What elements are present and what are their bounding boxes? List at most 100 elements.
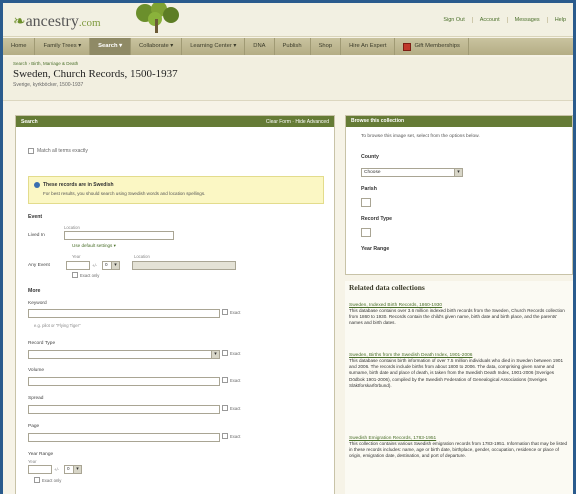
chevron-down-icon: ▾: [73, 466, 81, 473]
account-link[interactable]: Account: [471, 17, 507, 23]
browse-record-type-select[interactable]: [361, 228, 371, 237]
top-links: Sign Out Account Messages Help: [436, 17, 573, 23]
tree-logo-icon: [136, 3, 179, 33]
gift-icon: [403, 42, 412, 51]
year-range-plus-minus: +/-: [54, 467, 60, 472]
year-range-spread-select[interactable]: 0 ▾: [64, 465, 82, 474]
page-header: Search › Birth, Marriage & Death Sweden,…: [3, 57, 573, 101]
nav-home[interactable]: Home: [3, 38, 36, 55]
related-item-description: This collection contains various Swedish…: [349, 441, 568, 459]
notice-body: For best results, you should search usin…: [43, 191, 206, 196]
year-range-exact-row[interactable]: Exact only: [34, 477, 61, 483]
more-heading: More: [28, 288, 41, 294]
browse-intro: To browse this image set, select from th…: [361, 134, 480, 139]
volume-exact-checkbox[interactable]: [222, 377, 228, 383]
page-subtitle: Sverige, kyrkböcker, 1500-1937: [13, 82, 84, 88]
nav-dna[interactable]: DNA: [245, 38, 275, 55]
browse-panel-title: Browse this collection: [346, 116, 572, 127]
page-input[interactable]: [28, 433, 220, 442]
parish-label: Parish: [361, 186, 377, 192]
search-form-title: Search: [21, 118, 38, 125]
browse-record-type-label: Record Type: [361, 216, 393, 222]
match-exactly-row[interactable]: Match all terms exactly: [28, 148, 88, 154]
any-event-location-input[interactable]: [132, 261, 236, 270]
sign-out-link[interactable]: Sign Out: [436, 17, 471, 23]
year-range-label: Year Range: [28, 452, 54, 457]
lived-in-input[interactable]: [64, 231, 174, 240]
search-form-header: Search Clear Form · Hide Advanced: [16, 116, 334, 127]
event-heading: Event: [28, 214, 43, 220]
nav-gift-memberships[interactable]: Gift Memberships: [395, 38, 469, 55]
record-type-exact-row[interactable]: Exact: [222, 350, 240, 356]
exact-only-checkbox[interactable]: [72, 272, 78, 278]
related-item-description: This database contains over 3.6 million …: [349, 308, 565, 326]
breadcrumb[interactable]: Search › Birth, Marriage & Death: [13, 61, 78, 66]
match-exactly-checkbox[interactable]: [28, 148, 34, 154]
location-hint: Location: [64, 225, 80, 230]
help-link[interactable]: Help: [546, 17, 573, 23]
ancestry-logo[interactable]: ❧ancestry.com: [13, 12, 101, 31]
messages-link[interactable]: Messages: [506, 17, 547, 23]
year-hint: Year: [72, 254, 81, 259]
related-heading: Related data collections: [349, 283, 425, 292]
county-label: County: [361, 154, 379, 160]
window-frame: ❧ancestry.com Sign Out Account Messages …: [0, 0, 576, 494]
chevron-down-icon: ▾: [111, 262, 119, 269]
spread-input[interactable]: [28, 405, 220, 414]
form-options-links[interactable]: Clear Form · Hide Advanced: [266, 119, 329, 125]
nav-family-trees[interactable]: Family Trees ▾: [35, 38, 91, 55]
related-item: Sweden, Indexed Birth Records, 1860-1930…: [349, 303, 571, 327]
year-range-year-hint: Year: [28, 459, 37, 464]
browse-panel: Browse this collection To browse this im…: [345, 115, 573, 275]
related-item-description: This database contains birth information…: [349, 358, 563, 388]
spread-exact-checkbox[interactable]: [222, 405, 228, 411]
year-range-exact-checkbox[interactable]: [34, 477, 40, 483]
keyword-exact-row[interactable]: Exact: [222, 309, 240, 315]
nav-collaborate[interactable]: Collaborate ▾: [131, 38, 183, 55]
use-default-settings-link[interactable]: Use default settings ▾: [72, 243, 116, 249]
related-item: Swedish Emigration Records, 1783-1951 Th…: [349, 436, 571, 460]
related-collections: Related data collections Sweden, Indexed…: [345, 281, 573, 494]
volume-label: Volume: [28, 368, 44, 373]
record-type-exact-checkbox[interactable]: [222, 350, 228, 356]
any-event-year-input[interactable]: [66, 261, 90, 270]
nav-publish[interactable]: Publish: [275, 38, 311, 55]
nav-learning-center[interactable]: Learning Center ▾: [182, 38, 246, 55]
parish-select[interactable]: [361, 198, 371, 207]
chevron-down-icon: ▾: [454, 169, 462, 176]
search-form-panel: Search Clear Form · Hide Advanced Match …: [15, 115, 335, 494]
page-exact-row[interactable]: Exact: [222, 433, 240, 439]
notice-title: These records are in Swedish: [43, 182, 114, 188]
language-notice: These records are in Swedish For best re…: [28, 176, 324, 204]
browse-year-range-label: Year Range: [361, 246, 390, 252]
county-select[interactable]: Choose ▾: [361, 168, 463, 177]
nav-hire-expert[interactable]: Hire An Expert: [341, 38, 396, 55]
any-event-label: Any Event: [28, 263, 50, 268]
page-exact-checkbox[interactable]: [222, 433, 228, 439]
chevron-down-icon: ▾: [211, 351, 219, 358]
nav-search[interactable]: Search ▾: [90, 38, 132, 55]
exact-only-row[interactable]: Exact only: [72, 272, 99, 278]
leaf-icon: ❧: [13, 14, 26, 30]
page-title: Sweden, Church Records, 1500-1937: [13, 68, 178, 80]
spread-exact-row[interactable]: Exact: [222, 405, 240, 411]
plus-minus-label: +/-: [92, 263, 98, 268]
keyword-hint: e.g. pilot or "Flying Tiger": [34, 323, 81, 328]
keyword-exact-checkbox[interactable]: [222, 309, 228, 315]
record-type-label: Record Type: [28, 341, 56, 346]
spread-label: Spread: [28, 396, 44, 401]
year-range-year-input[interactable]: [28, 465, 52, 474]
lived-in-label: Lived In: [28, 233, 45, 238]
keyword-input[interactable]: [28, 309, 220, 318]
volume-exact-row[interactable]: Exact: [222, 377, 240, 383]
info-icon: [34, 182, 40, 188]
location-hint-2: Location: [134, 254, 150, 259]
volume-input[interactable]: [28, 377, 220, 386]
year-range-select[interactable]: 0 ▾: [102, 261, 120, 270]
nav-shop[interactable]: Shop: [311, 38, 342, 55]
page-label: Page: [28, 424, 40, 429]
record-type-select[interactable]: ▾: [28, 350, 220, 359]
main-nav: Home Family Trees ▾ Search ▾ Collaborate…: [3, 38, 573, 55]
page: ❧ancestry.com Sign Out Account Messages …: [3, 3, 573, 494]
related-item: Sweden, Births from the Swedish Death In…: [349, 353, 571, 389]
